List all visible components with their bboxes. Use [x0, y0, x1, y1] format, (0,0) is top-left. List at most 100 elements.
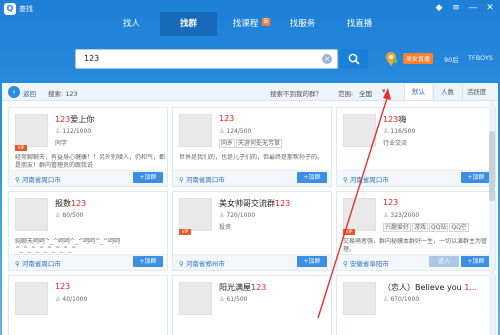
group-name[interactable]: 报数123 — [55, 198, 86, 209]
skin-icon[interactable]: ◆ — [432, 2, 446, 14]
name-highlight: 123 — [383, 198, 399, 207]
location-text: 河南省郑州市 — [185, 260, 225, 268]
group-card[interactable]: VIP 123 ♙ 323/2000 兴趣爱好 游戏 QQ钻 QQ空 交易萌者强，群内秘… — [336, 191, 496, 271]
group-card[interactable]: VIP 美女帅哥交流群123 ♙ 720/1000 投资 ⚲ 河南省郑州市 +加群 — [172, 191, 332, 271]
members-value: 720/1000 — [226, 212, 256, 219]
close-button[interactable]: ✕ — [483, 2, 497, 14]
sort-members[interactable]: 人数 — [433, 84, 461, 100]
name-highlight: 123 — [275, 199, 291, 208]
tag: 同乡 — [219, 139, 236, 148]
group-avatar — [15, 198, 48, 231]
name-highlight: 123 — [55, 282, 71, 291]
name-suffix: 嗨 — [398, 115, 407, 124]
search-input[interactable]: 123 — [84, 54, 99, 63]
group-avatar — [15, 282, 48, 315]
pin-icon: ⚲ — [343, 260, 348, 268]
sort-activity[interactable]: 活跃度 — [462, 84, 490, 100]
person-icon: ♙ — [219, 128, 225, 135]
join-group-button[interactable]: +加群 — [461, 256, 491, 267]
member-count: ♙ 80/500 — [55, 212, 84, 219]
tab-find-groups[interactable]: 找群 — [160, 12, 217, 36]
group-card[interactable]: VIP 123爱上你 ♙ 112/1000 同学 经常聊聊天，有益身心健康！！另外… — [8, 107, 168, 187]
clear-icon[interactable]: × — [322, 54, 332, 64]
name-highlight: 123 — [251, 283, 267, 292]
tag: QQ空 — [449, 223, 469, 232]
group-name[interactable]: （恋人）Believe you 1... — [383, 282, 477, 293]
group-card[interactable]: 报数123 ♙ 80/500 纯聊天呵呵^_^呵呵^_^呵呵^_^呵呵^_^_^_… — [8, 191, 168, 271]
join-group-button[interactable]: +加群 — [297, 172, 327, 183]
location-pin-icon[interactable] — [384, 51, 398, 67]
tab-label: 找课程 — [232, 19, 259, 29]
pin-icon: ⚲ — [15, 176, 20, 184]
member-count: ♙ 40/1000 — [55, 296, 87, 303]
group-name[interactable]: 123 — [383, 198, 398, 207]
tab-find-live[interactable]: 找直播 — [331, 12, 388, 36]
minimize-button[interactable]: — — [466, 2, 480, 14]
tab-find-courses[interactable]: 找课程 新 — [217, 12, 274, 36]
tag: 天涯何处无芳草 — [236, 139, 283, 148]
location-text: 河南省周口市 — [349, 176, 389, 184]
tab-find-people[interactable]: 找人 — [103, 12, 160, 36]
group-avatar — [179, 198, 212, 231]
group-card[interactable]: （恋人）Believe you 1... ♙ 670/1000 — [336, 275, 496, 335]
tag: 兴趣爱好 — [383, 223, 412, 232]
group-card[interactable]: 123 ♙ 40/1000 — [8, 275, 168, 335]
join-group-button[interactable]: +加群 — [133, 256, 163, 267]
filter-bar: ‹ 返回 搜索: 123 搜索不到我的群？ 范围: 全国 ▾ 默认 人数 活跃度 — [2, 83, 498, 101]
name-prefix: 美女帅哥交流群 — [219, 199, 275, 208]
range-select[interactable]: 全国 — [359, 88, 372, 98]
group-name[interactable]: 123爱上你 — [55, 114, 94, 125]
sort-default[interactable]: 默认 — [404, 84, 432, 100]
group-card[interactable]: 123嗨 ♙ 116/500 行业交流 ⚲ 河南省周口市 +加群 — [336, 107, 496, 187]
search-box[interactable]: 123 × — [75, 49, 338, 69]
chevron-down-icon[interactable]: ▾ — [382, 87, 386, 95]
hot-tag-live[interactable]: 美女直播 — [403, 53, 434, 64]
main-tabs: 找人 找群 找课程 新 找服务 找直播 — [103, 12, 388, 36]
member-count: ♙ 124/500 — [219, 128, 251, 135]
group-description: 经常聊聊天，有益身心健康！！另外别矮人，仍和气，都是朋友！群内管理员的跟我说 — [15, 154, 165, 169]
group-name[interactable]: 123 — [55, 282, 70, 291]
person-icon: ♙ — [219, 296, 225, 303]
member-count: ♙ 61/500 — [219, 296, 248, 303]
name-highlight: 123 — [55, 115, 71, 124]
vip-badge: VIP — [15, 145, 27, 151]
scrollbar[interactable] — [489, 101, 495, 335]
scroll-thumb[interactable] — [489, 131, 495, 201]
hot-tag-90s[interactable]: 90后 — [444, 54, 459, 64]
group-location: ⚲ 河南省周口市 — [179, 174, 225, 184]
hot-tag-tfboys[interactable]: TFBOYS — [468, 54, 493, 62]
group-name[interactable]: 123 — [219, 114, 234, 123]
name-prefix: （恋人）Believe you — [383, 283, 465, 292]
member-count: ♙ 112/1000 — [55, 128, 91, 135]
group-description: 纯聊天呵呵^_^呵呵^_^呵呵^_^呵呵^_^_^_^_^_^_^_^ — [15, 238, 121, 253]
back-icon[interactable]: ‹ — [8, 86, 20, 98]
not-found-link[interactable]: 搜索不到我的群？ — [270, 88, 322, 98]
tag: 行业交流 — [383, 140, 408, 147]
search-button[interactable] — [340, 49, 368, 69]
tag: 游戏 — [412, 223, 429, 232]
join-group-button[interactable]: +加群 — [461, 172, 491, 183]
members-value: 116/500 — [390, 128, 416, 135]
menu-icon[interactable]: ≡ — [449, 2, 463, 14]
name-suffix: 爱上你 — [70, 115, 95, 124]
group-card[interactable]: 123 ♙ 124/500 同乡 天涯何处无芳草 世界是我们的，也是儿子们的，但最终… — [172, 107, 332, 187]
members-value: 80/500 — [62, 212, 84, 219]
join-group-button[interactable]: +加群 — [297, 256, 327, 267]
group-name[interactable]: 美女帅哥交流群123 — [219, 198, 290, 209]
group-location: ⚲ 河南省周口市 — [15, 174, 61, 184]
group-card[interactable]: 阳光满屋123 ♙ 61/500 — [172, 275, 332, 335]
group-name[interactable]: 阳光满屋123 — [219, 282, 266, 293]
group-name[interactable]: 123嗨 — [383, 114, 406, 125]
join-group-button[interactable]: +加群 — [133, 172, 163, 183]
results-panel: ‹ 返回 搜索: 123 搜索不到我的群？ 范围: 全国 ▾ 默认 人数 活跃度… — [2, 83, 498, 335]
enter-group-button[interactable]: 进入 — [429, 256, 459, 267]
back-link[interactable]: 返回 — [23, 88, 36, 98]
person-icon: ♙ — [55, 212, 61, 219]
pin-icon: ⚲ — [15, 260, 20, 268]
location-text: 河南省周口市 — [21, 176, 61, 184]
group-avatar — [343, 198, 376, 231]
tab-find-services[interactable]: 找服务 — [274, 12, 331, 36]
pin-icon: ⚲ — [179, 176, 184, 184]
window-title: 查找 — [19, 5, 33, 13]
members-value: 323/2000 — [390, 212, 420, 219]
